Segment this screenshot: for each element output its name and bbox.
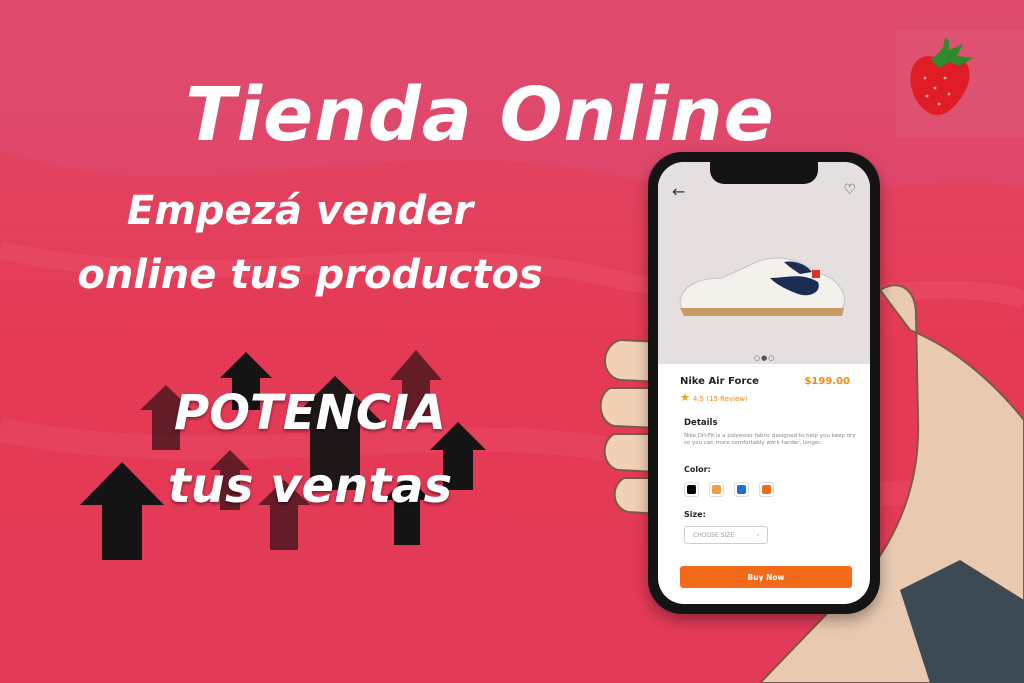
details-text: Nike Dri-Fit is a polyester fabric desig… (684, 433, 856, 446)
phone-mockup: ← ♡ ○●○ Nike Air Force $199.00 ★ 4.5 (15 … (648, 152, 880, 614)
carousel-dots[interactable]: ○●○ (754, 354, 775, 362)
color-swatch-yellow[interactable] (709, 482, 724, 497)
buy-now-button[interactable]: Buy Now (680, 566, 852, 588)
size-title: Size: (684, 510, 706, 519)
sneaker-image (679, 257, 845, 316)
color-title: Color: (684, 465, 711, 474)
strawberry-logo-icon (910, 38, 973, 116)
tagline-line-1: POTENCIA (174, 385, 446, 441)
heart-icon[interactable]: ♡ (843, 182, 856, 198)
star-icon: ★ (680, 391, 690, 404)
size-placeholder: CHOOSE SIZE (693, 531, 735, 539)
subtitle-line-2: online tus productos (77, 252, 543, 298)
product-image-area: ← ♡ ○●○ (658, 162, 870, 364)
subtitle-line-1: Empezá vender (126, 188, 474, 234)
size-select[interactable]: CHOOSE SIZE › (684, 526, 768, 544)
color-swatches (684, 482, 774, 497)
details-title: Details (684, 418, 718, 428)
color-swatch-orange[interactable] (759, 482, 774, 497)
rating-text: 4.5 (15 Review) (692, 395, 748, 403)
phone-screen: ← ♡ ○●○ Nike Air Force $199.00 ★ 4.5 (15 … (658, 162, 870, 604)
color-swatch-blue[interactable] (734, 482, 749, 497)
product-price: $199.00 (804, 376, 850, 387)
product-name: Nike Air Force (680, 376, 759, 387)
page-title: Tienda Online (185, 71, 775, 158)
arrow-left-icon[interactable]: ← (672, 182, 685, 201)
phone-notch (710, 162, 818, 184)
chevron-right-icon: › (756, 531, 759, 539)
tagline-line-2: tus ventas (167, 458, 453, 514)
product-rating: ★ 4.5 (15 Review) (680, 391, 748, 404)
color-swatch-black[interactable] (684, 482, 699, 497)
growth-arrows-icon (80, 350, 486, 560)
